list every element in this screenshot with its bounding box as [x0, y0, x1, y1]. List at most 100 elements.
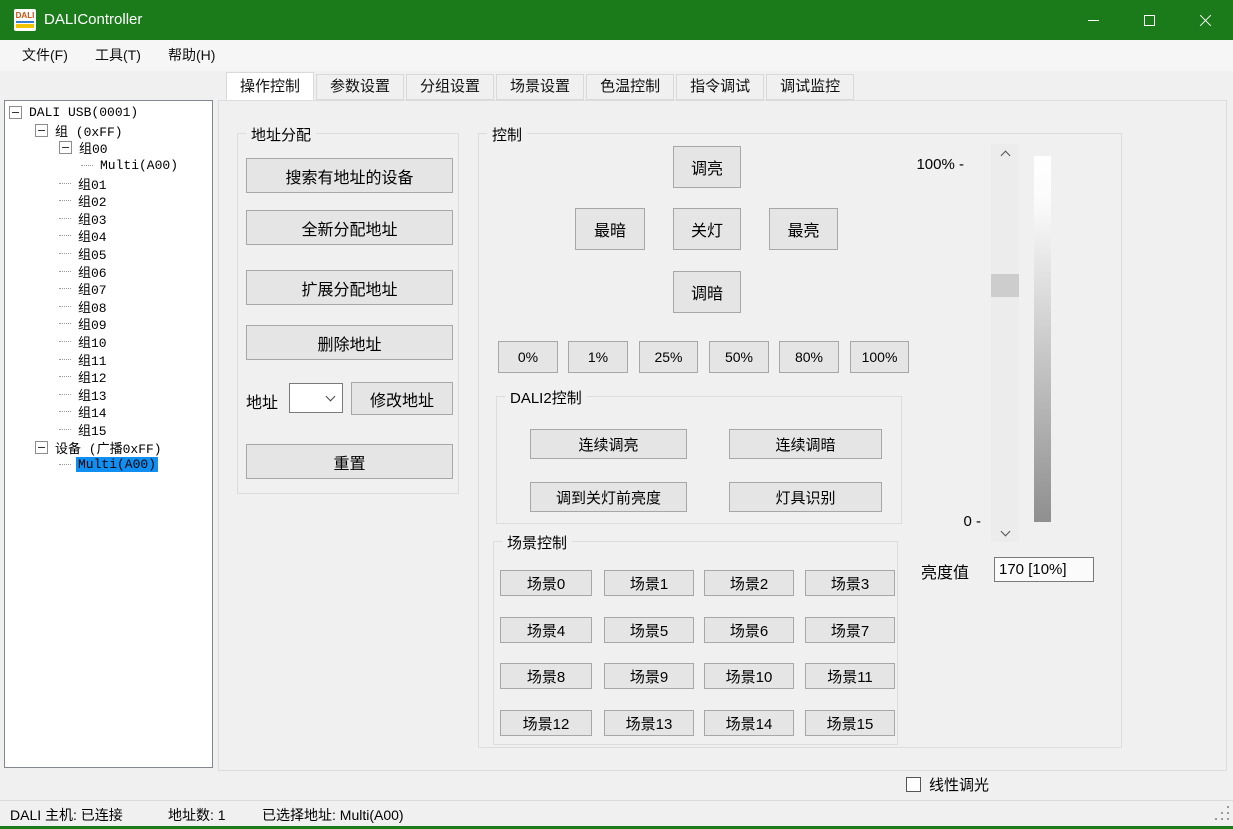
- scene-6-button[interactable]: 场景6: [704, 617, 794, 643]
- scene-7-button[interactable]: 场景7: [805, 617, 895, 643]
- resize-grip[interactable]: [1215, 806, 1229, 822]
- tab-color-temp-control[interactable]: 色温控制: [586, 74, 674, 100]
- min-brightness-button[interactable]: 最暗: [575, 208, 645, 250]
- tab-scene-settings[interactable]: 场景设置: [496, 74, 584, 100]
- scene-13-button[interactable]: 场景13: [604, 710, 694, 736]
- collapse-icon[interactable]: [9, 106, 22, 119]
- identify-luminaire-button[interactable]: 灯具识别: [729, 482, 882, 512]
- scene-11-button[interactable]: 场景11: [805, 663, 895, 689]
- close-button[interactable]: [1182, 0, 1228, 40]
- tab-debug-monitor[interactable]: 调试监控: [766, 74, 854, 100]
- max-brightness-button[interactable]: 最亮: [769, 208, 838, 250]
- menu-file[interactable]: 文件(F): [16, 40, 74, 71]
- tree-item-device-broadcast[interactable]: 设备 (广播0xFF): [5, 438, 212, 456]
- scrollbar-thumb[interactable]: [991, 274, 1019, 297]
- scene-9-button[interactable]: 场景9: [604, 663, 694, 689]
- tree-item-group15[interactable]: 组15: [5, 421, 212, 439]
- scene-2-button[interactable]: 场景2: [704, 570, 794, 596]
- tree-item-group13[interactable]: 组13: [5, 386, 212, 404]
- chevron-down-icon: [326, 391, 336, 401]
- minimize-button[interactable]: [1070, 0, 1116, 40]
- light-off-button[interactable]: 关灯: [673, 208, 741, 250]
- control-group: 控制 调亮 最暗 关灯 最亮 调暗 0% 1% 25% 50% 80% 100%…: [478, 133, 1122, 748]
- percent-50-button[interactable]: 50%: [709, 341, 769, 373]
- tree-item-group11[interactable]: 组11: [5, 350, 212, 368]
- continuous-dim-up-button[interactable]: 连续调亮: [530, 429, 687, 459]
- continuous-dim-down-button[interactable]: 连续调暗: [729, 429, 882, 459]
- tree-item-group01[interactable]: 组01: [5, 174, 212, 192]
- tree-item-group12[interactable]: 组12: [5, 368, 212, 386]
- search-addressed-devices-button[interactable]: 搜索有地址的设备: [246, 158, 453, 193]
- scroll-up-button[interactable]: [991, 144, 1019, 162]
- group-title: 地址分配: [246, 124, 316, 145]
- tree-item-dali-usb[interactable]: DALI USB(0001): [5, 104, 212, 122]
- brightness-scrollbar[interactable]: [991, 144, 1019, 542]
- reset-button[interactable]: 重置: [246, 444, 453, 479]
- tree-item-group08[interactable]: 组08: [5, 298, 212, 316]
- tree-item-group06[interactable]: 组06: [5, 262, 212, 280]
- dim-up-button[interactable]: 调亮: [673, 146, 741, 188]
- percent-0-button[interactable]: 0%: [498, 341, 558, 373]
- collapse-icon[interactable]: [35, 124, 48, 137]
- menu-tools[interactable]: 工具(T): [89, 40, 147, 71]
- tab-operation-control[interactable]: 操作控制: [226, 72, 314, 100]
- percent-25-button[interactable]: 25%: [639, 341, 698, 373]
- assign-new-address-button[interactable]: 全新分配地址: [246, 210, 453, 245]
- tree-item-group-root[interactable]: 组 (0xFF): [5, 122, 212, 140]
- maximize-button[interactable]: [1126, 0, 1172, 40]
- percent-100-button[interactable]: 100%: [850, 341, 909, 373]
- tree-item-group03[interactable]: 组03: [5, 210, 212, 228]
- scene-4-button[interactable]: 场景4: [500, 617, 592, 643]
- tree-item-multi-a00[interactable]: Multi(A00): [5, 157, 212, 175]
- scene-14-button[interactable]: 场景14: [704, 710, 794, 736]
- slider-min-label: 0 -: [909, 513, 981, 530]
- scene-5-button[interactable]: 场景5: [604, 617, 694, 643]
- tab-parameter-settings[interactable]: 参数设置: [316, 74, 404, 100]
- tab-grouping-settings[interactable]: 分组设置: [406, 74, 494, 100]
- slider-max-label: 100% -: [879, 156, 964, 173]
- dim-down-button[interactable]: 调暗: [673, 271, 741, 313]
- tree-item-group02[interactable]: 组02: [5, 192, 212, 210]
- tree-item-group00[interactable]: 组00: [5, 139, 212, 157]
- scene-10-button[interactable]: 场景10: [704, 663, 794, 689]
- scene-0-button[interactable]: 场景0: [500, 570, 592, 596]
- tree-item-group05[interactable]: 组05: [5, 245, 212, 263]
- group-title: 场景控制: [502, 532, 572, 553]
- collapse-icon[interactable]: [59, 141, 72, 154]
- address-allocation-group: 地址分配 搜索有地址的设备 全新分配地址 扩展分配地址 删除地址 地址 修改地址…: [237, 133, 459, 494]
- tree-item-multi-a00-selected[interactable]: Multi(A00): [5, 456, 212, 474]
- brightness-gradient-bar: [1034, 156, 1051, 522]
- scene-3-button[interactable]: 场景3: [805, 570, 895, 596]
- device-tree[interactable]: DALI USB(0001) 组 (0xFF) 组00 Multi(A00) 组…: [4, 100, 213, 768]
- status-bar: DALI 主机: 已连接 地址数: 1 已选择地址: Multi(A00): [0, 800, 1233, 826]
- title-bar[interactable]: DALI DALIController: [0, 0, 1233, 40]
- tree-item-group14[interactable]: 组14: [5, 403, 212, 421]
- status-selected-address: 已选择地址: Multi(A00): [262, 805, 404, 825]
- brightness-value-label: 亮度值: [921, 559, 969, 583]
- scroll-down-button[interactable]: [991, 524, 1019, 542]
- status-address-count: 地址数: 1: [168, 805, 226, 825]
- delete-address-button[interactable]: 删除地址: [246, 325, 453, 360]
- tab-command-debug[interactable]: 指令调试: [676, 74, 764, 100]
- linear-dimming-label: 线性调光: [929, 774, 989, 795]
- assign-extend-address-button[interactable]: 扩展分配地址: [246, 270, 453, 305]
- scene-8-button[interactable]: 场景8: [500, 663, 592, 689]
- modify-address-button[interactable]: 修改地址: [351, 382, 453, 415]
- scene-1-button[interactable]: 场景1: [604, 570, 694, 596]
- collapse-icon[interactable]: [35, 441, 48, 454]
- tree-item-group07[interactable]: 组07: [5, 280, 212, 298]
- percent-1-button[interactable]: 1%: [568, 341, 628, 373]
- linear-dimming-checkbox[interactable]: [906, 777, 921, 792]
- percent-80-button[interactable]: 80%: [779, 341, 839, 373]
- minimize-icon: [1088, 20, 1099, 21]
- address-combobox[interactable]: [289, 383, 343, 413]
- status-host-connection: DALI 主机: 已连接: [10, 805, 123, 825]
- recall-last-level-button[interactable]: 调到关灯前亮度: [530, 482, 687, 512]
- scene-15-button[interactable]: 场景15: [805, 710, 895, 736]
- tree-item-group09[interactable]: 组09: [5, 315, 212, 333]
- menu-help[interactable]: 帮助(H): [162, 40, 221, 71]
- tree-item-group04[interactable]: 组04: [5, 227, 212, 245]
- scene-12-button[interactable]: 场景12: [500, 710, 592, 736]
- brightness-value-input[interactable]: [994, 557, 1094, 582]
- tree-item-group10[interactable]: 组10: [5, 333, 212, 351]
